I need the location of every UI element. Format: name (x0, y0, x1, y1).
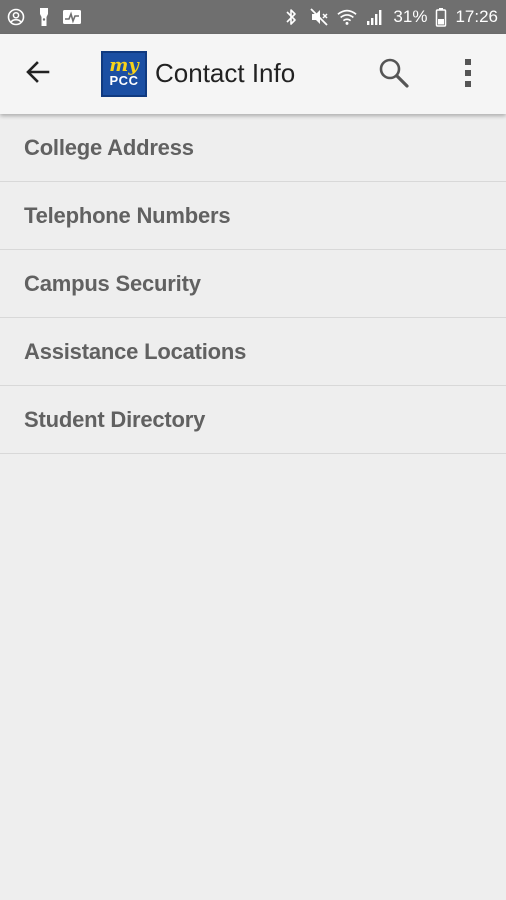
mute-icon (309, 7, 329, 27)
battery-percent: 31% (393, 7, 428, 26)
flashlight-icon (34, 7, 54, 27)
list-item-college-address[interactable]: College Address (0, 114, 506, 182)
page-title: Contact Info (155, 58, 296, 88)
back-button[interactable] (18, 56, 58, 92)
logo-my-text: my (109, 55, 139, 76)
battery-icon (435, 7, 447, 27)
status-right-icons: 31% 17:26 (281, 7, 498, 27)
logo-pcc-text: PCC (109, 73, 139, 88)
list-item-label: Telephone Numbers (24, 202, 231, 228)
search-icon (377, 56, 411, 95)
list-item-telephone-numbers[interactable]: Telephone Numbers (0, 182, 506, 250)
signal-icon (365, 7, 385, 27)
app-bar: my PCC Contact Info (0, 34, 506, 114)
search-button[interactable] (374, 55, 414, 95)
wifi-icon (337, 7, 358, 27)
account-circle-icon (6, 7, 26, 27)
app-logo: my PCC (101, 51, 147, 97)
contact-info-list: College Address Telephone Numbers Campus… (0, 114, 506, 454)
list-item-label: Assistance Locations (24, 338, 247, 364)
list-item-assistance-locations[interactable]: Assistance Locations (0, 318, 506, 386)
list-item-label: Campus Security (24, 270, 201, 296)
status-left-icons (6, 7, 82, 27)
activity-icon (62, 7, 82, 27)
clock: 17:26 (455, 7, 498, 26)
more-vert-icon (463, 57, 473, 94)
status-bar: 31% 17:26 (0, 0, 506, 34)
bluetooth-icon (281, 7, 301, 27)
list-item-campus-security[interactable]: Campus Security (0, 250, 506, 318)
list-item-label: College Address (24, 134, 194, 160)
list-item-label: Student Directory (24, 406, 206, 432)
more-options-button[interactable] (453, 55, 483, 95)
list-item-student-directory[interactable]: Student Directory (0, 386, 506, 454)
arrow-back-icon (24, 58, 52, 91)
